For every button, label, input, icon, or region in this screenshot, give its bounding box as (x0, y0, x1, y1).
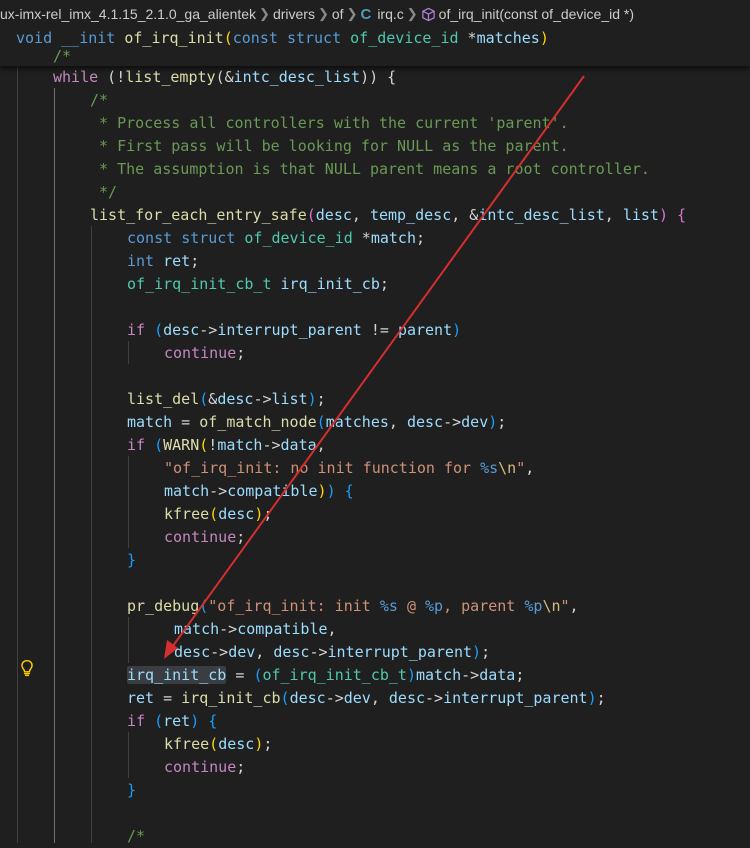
code-line[interactable]: if (desc->interrupt_parent != parent) (127, 319, 461, 342)
chevron-right-icon: ❯ (317, 6, 329, 21)
indent-guide (128, 732, 129, 778)
breadcrumb-file[interactable]: irq.c (377, 6, 403, 22)
method-cube-icon (421, 7, 435, 21)
code-line[interactable]: list_for_each_entry_safe(desc, temp_desc… (90, 204, 686, 227)
code-line[interactable]: desc->dev, desc->interrupt_parent); (174, 641, 490, 664)
code-line[interactable]: * First pass will be looking for NULL as… (90, 135, 569, 158)
breadcrumb-symbol[interactable]: of_irq_init(const of_device_id *) (439, 6, 634, 22)
code-line[interactable]: } (127, 779, 136, 802)
code-line[interactable]: const struct of_device_id *match; (127, 227, 425, 250)
chevron-right-icon: ❯ (259, 6, 270, 21)
code-line[interactable]: /* (127, 825, 145, 848)
code-line[interactable]: kfree(desc); (164, 503, 272, 526)
code-line[interactable]: ret = irq_init_cb(desc->dev, desc->inter… (127, 687, 606, 710)
code-line[interactable]: int ret; (127, 250, 199, 273)
highlighted-symbol[interactable]: irq_init_cb (127, 666, 227, 684)
code-line[interactable]: match = of_match_node(matches, desc->dev… (127, 411, 506, 434)
code-line[interactable]: if (ret) { (127, 710, 217, 733)
code-line[interactable]: "of_irq_init: no init function for %s\n"… (164, 457, 534, 480)
indent-guide (128, 456, 129, 548)
code-line[interactable]: } (127, 549, 136, 572)
code-line[interactable]: while (!list_empty(&intc_desc_list)) { (53, 66, 396, 89)
indent-guide (128, 617, 129, 663)
code-line[interactable]: * Process all controllers with the curre… (90, 112, 569, 135)
code-line[interactable]: continue; (164, 526, 245, 549)
code-line[interactable]: * The assumption is that NULL parent mea… (90, 158, 650, 181)
code-line[interactable]: kfree(desc); (164, 733, 272, 756)
code-line[interactable]: irq_init_cb = (of_irq_init_cb_t)match->d… (127, 664, 524, 687)
code-editor[interactable]: while (!list_empty(&intc_desc_list)) { /… (0, 66, 750, 845)
indent-guide (17, 66, 18, 843)
sticky-scroll-header[interactable]: void __init of_irq_init(const struct of_… (0, 28, 750, 66)
code-line[interactable]: continue; (164, 756, 245, 779)
sticky-line-function-signature[interactable]: void __init of_irq_init(const struct of_… (16, 28, 549, 48)
lightbulb-icon[interactable] (18, 659, 36, 677)
code-line[interactable]: if (WARN(!match->data, (127, 434, 326, 457)
indent-guide (91, 226, 92, 843)
breadcrumb-of[interactable]: of (332, 6, 344, 22)
code-line[interactable]: /* (90, 89, 108, 112)
breadcrumb: ux-imx-rel_imx_4.1.15_2.1.0_ga_alientek … (0, 0, 750, 28)
code-line[interactable]: match->compatible, (174, 618, 337, 641)
code-line[interactable]: of_irq_init_cb_t irq_init_cb; (127, 273, 389, 296)
indent-guide-active (54, 88, 55, 843)
indent-guide (128, 341, 129, 364)
code-line[interactable]: */ (90, 181, 117, 204)
code-line[interactable]: list_del(&desc->list); (127, 388, 326, 411)
chevron-right-icon: ❯ (406, 6, 418, 21)
code-line[interactable]: continue; (164, 342, 245, 365)
chevron-right-icon: ❯ (346, 6, 358, 21)
code-line[interactable]: pr_debug("of_irq_init: init %s @ %p, par… (127, 595, 579, 618)
sticky-line-comment[interactable]: /* (53, 46, 71, 66)
breadcrumb-repo[interactable]: ux-imx-rel_imx_4.1.15_2.1.0_ga_alientek (0, 6, 256, 22)
breadcrumb-drivers[interactable]: drivers (273, 6, 315, 22)
code-line[interactable]: match->compatible)) { (164, 480, 354, 503)
c-language-icon: C (360, 5, 372, 23)
